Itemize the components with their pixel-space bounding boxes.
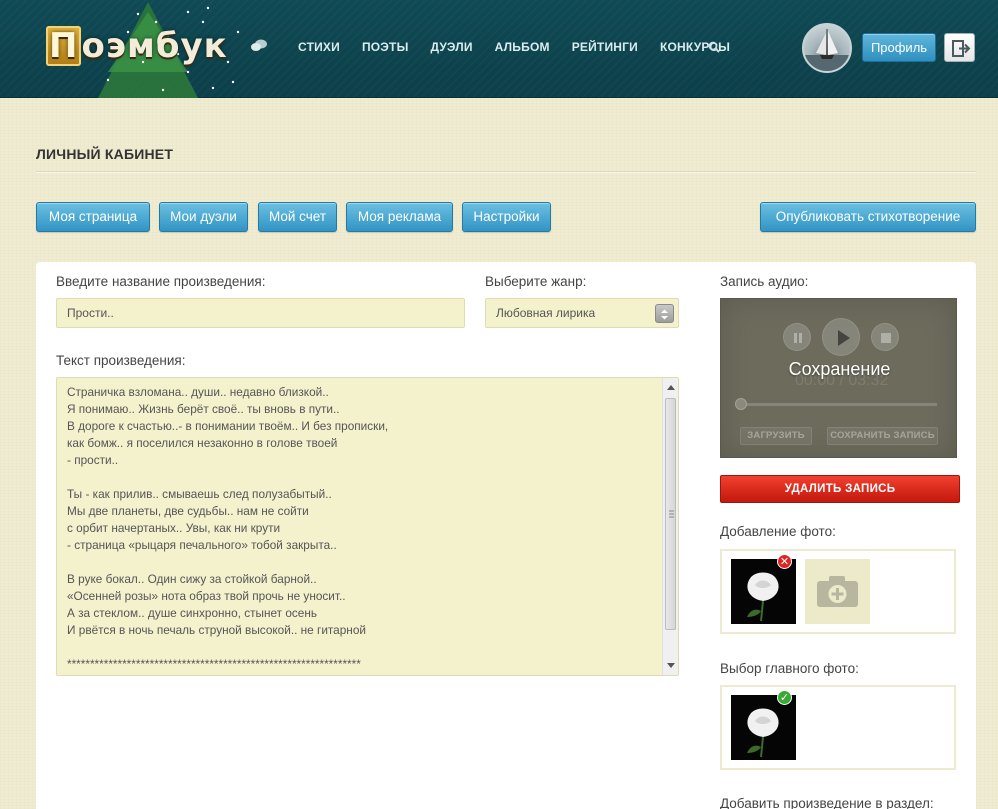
site-header: Поэмбук СТИХИ ПОЭТЫ ДУЭЛИ АЛЬБОМ РЕЙТИНГ… [0, 0, 998, 98]
logout-button[interactable] [944, 33, 975, 62]
scroll-down-icon[interactable] [663, 657, 679, 673]
stop-button[interactable] [871, 323, 899, 351]
main-photo-label: Выбор главного фото: [720, 661, 859, 676]
audio-recorder: 00:00 / 03:32 Сохранение ЗАГРУЗИТЬ СОХРА… [720, 298, 957, 458]
pause-icon [794, 333, 802, 343]
my-ads-button[interactable]: Моя реклама [346, 202, 453, 232]
search-icon[interactable] [708, 41, 720, 53]
my-duels-button[interactable]: Мои дуэли [159, 202, 248, 232]
editor-panel: Введите название произведения: Прости.. … [36, 262, 976, 809]
add-photo-box: ✕ [720, 549, 956, 634]
settings-button[interactable]: Настройки [462, 202, 551, 232]
site-logo[interactable]: Поэмбук [38, 0, 240, 98]
camera-plus-icon [817, 576, 858, 607]
nav-album[interactable]: АЛЬБОМ [495, 40, 550, 54]
genre-label: Выберите жанр: [485, 274, 587, 289]
scroll-thumb[interactable] [665, 398, 676, 630]
text-label: Текст произведения: [56, 353, 186, 368]
logo-rest: оэмбук [81, 26, 228, 66]
profile-button[interactable]: Профиль [862, 33, 936, 62]
play-icon [838, 330, 850, 346]
scroll-grip-icon [669, 510, 674, 518]
main-photo-box: ✓ [720, 685, 956, 770]
ship-image [804, 29, 850, 71]
user-avatar[interactable] [802, 23, 852, 73]
nav-duels[interactable]: ДУЭЛИ [431, 40, 473, 54]
title-label: Введите название произведения: [56, 274, 266, 289]
nav-ratings[interactable]: РЕЙТИНГИ [572, 40, 638, 54]
poem-text: Страничка взломана.. души.. недавно близ… [67, 385, 389, 671]
delete-recording-button[interactable]: УДАЛИТЬ ЗАПИСЬ [720, 475, 960, 503]
my-account-button[interactable]: Мой счет [258, 202, 337, 232]
stop-icon [881, 333, 891, 343]
main-nav: СТИХИ ПОЭТЫ ДУЭЛИ АЛЬБОМ РЕЙТИНГИ КОНКУР… [298, 40, 752, 54]
remove-photo-icon[interactable]: ✕ [777, 554, 792, 569]
add-photo-button[interactable] [805, 559, 870, 624]
save-audio-button[interactable]: СОХРАНИТЬ ЗАПИСЬ [827, 427, 938, 445]
upload-audio-button[interactable]: ЗАГРУЗИТЬ [740, 427, 812, 445]
audio-progress-knob[interactable] [735, 398, 747, 410]
pause-button[interactable] [783, 323, 811, 351]
title-input[interactable]: Прости.. [56, 298, 465, 328]
title-input-value: Прости.. [67, 306, 114, 320]
selected-check-icon: ✓ [777, 690, 792, 705]
title-divider [36, 171, 976, 173]
nav-poems[interactable]: СТИХИ [298, 40, 340, 54]
logout-icon [952, 40, 971, 57]
audio-label: Запись аудио: [720, 274, 809, 289]
publish-poem-button[interactable]: Опубликовать стихотворение [760, 202, 976, 232]
audio-saving-status: Сохранение [788, 359, 891, 379]
page-title: ЛИЧНЫЙ КАБИНЕТ [36, 146, 174, 162]
add-to-section-label: Добавить произведение в раздел: [720, 796, 934, 809]
poem-textarea[interactable]: Страничка взломана.. души.. недавно близ… [56, 377, 679, 676]
my-page-button[interactable]: Моя страница [36, 202, 150, 232]
add-photo-label: Добавление фото: [720, 524, 836, 539]
play-button[interactable] [822, 318, 860, 356]
audio-progress-track[interactable] [739, 403, 937, 406]
textarea-scrollbar[interactable] [662, 378, 678, 675]
genre-select[interactable]: Любовная лирика [485, 298, 679, 328]
logo-badge: П [46, 26, 82, 66]
logo-wordmark: Поэмбук [46, 26, 228, 66]
chat-bubbles-icon[interactable] [250, 38, 268, 54]
nav-poets[interactable]: ПОЭТЫ [362, 40, 409, 54]
scroll-up-icon[interactable] [663, 380, 679, 396]
genre-select-value: Любовная лирика [496, 306, 596, 320]
select-arrows-icon [655, 304, 674, 323]
